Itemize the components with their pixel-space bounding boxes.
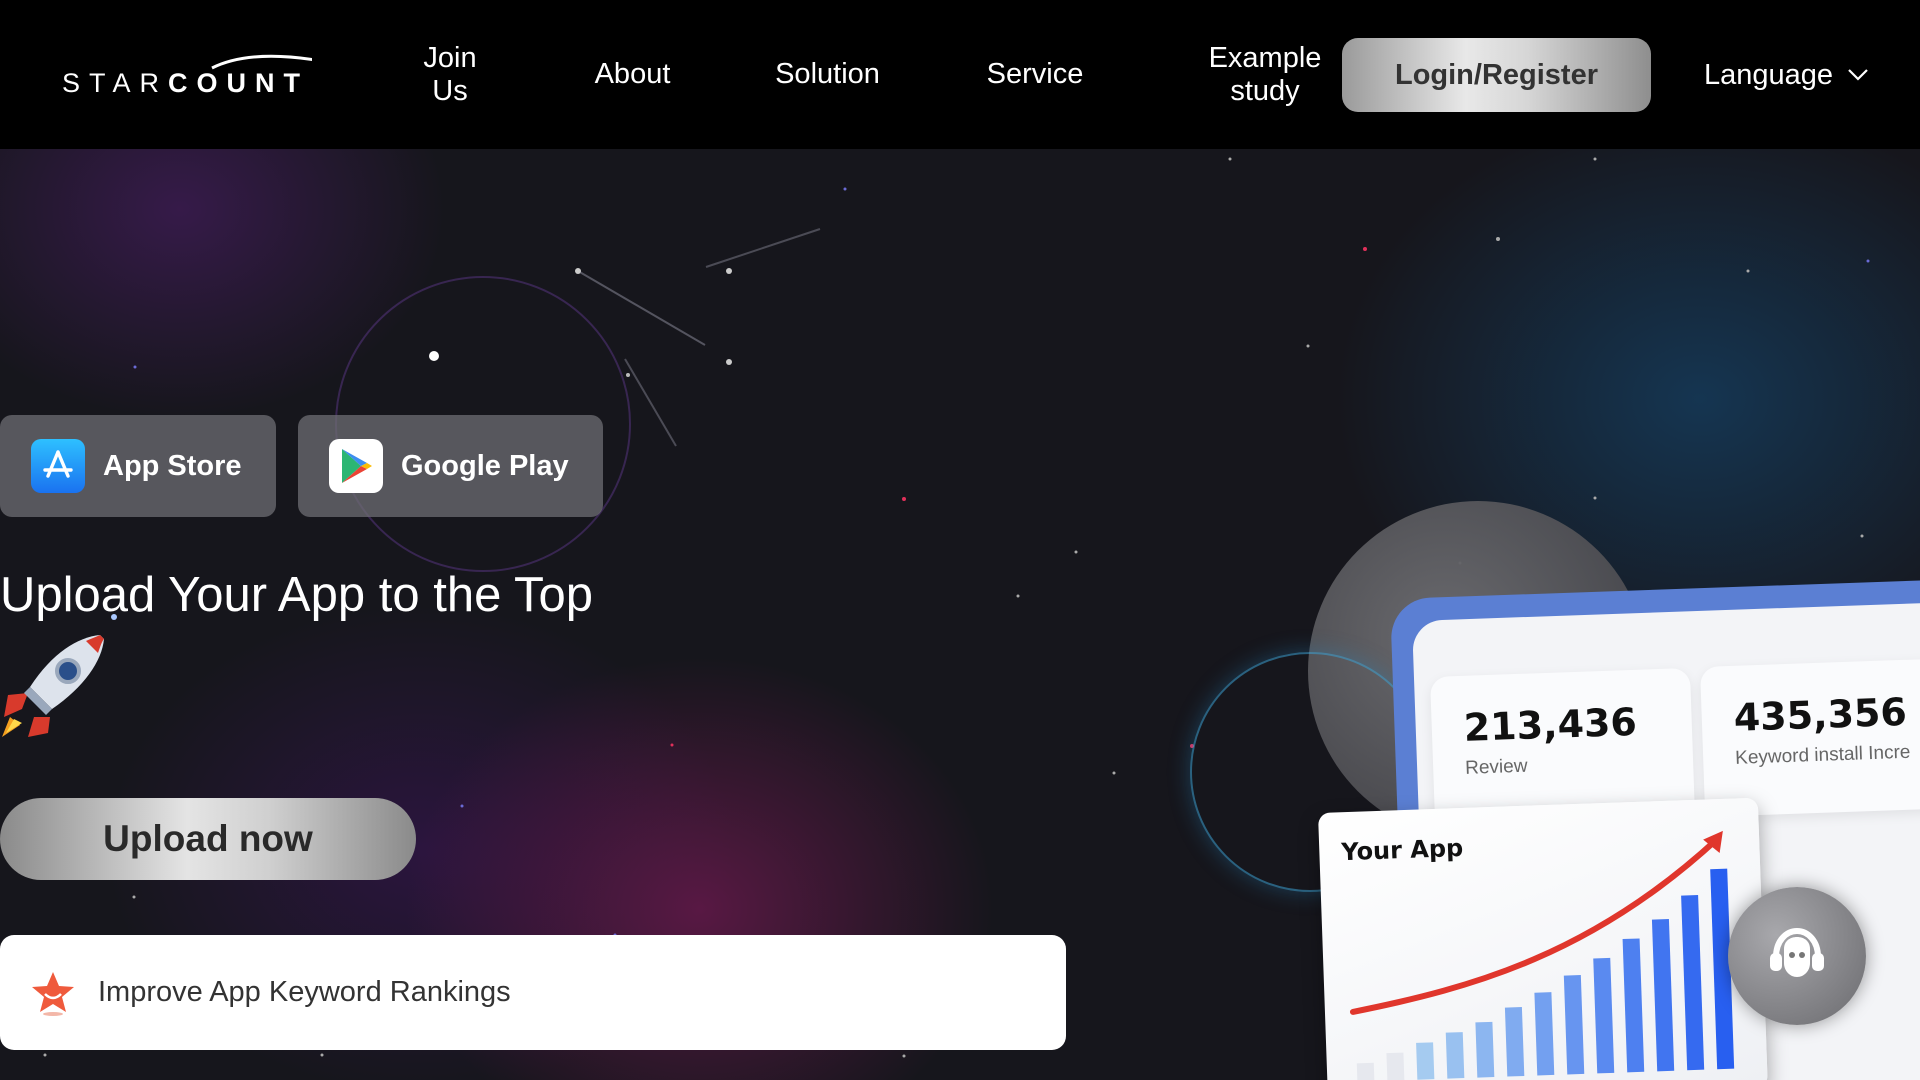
chart-bar xyxy=(1445,1032,1465,1079)
top-nav: STARCOUNT Join Us About Solution Service … xyxy=(0,0,1920,149)
chart-bar xyxy=(1563,975,1585,1075)
chart-bar xyxy=(1622,938,1645,1073)
chart-bar xyxy=(1534,992,1555,1076)
chart-bar xyxy=(1681,894,1705,1071)
stat-value: 213,436 xyxy=(1463,699,1638,750)
headset-support-icon xyxy=(1770,927,1824,977)
rocket-icon xyxy=(2,635,104,737)
nav-about[interactable]: About xyxy=(580,0,685,149)
app-store-label: App Store xyxy=(103,449,242,482)
growth-chart-card: Your App xyxy=(1318,797,1768,1080)
chart-bar xyxy=(1475,1021,1495,1078)
language-label: Language xyxy=(1704,58,1834,91)
customer-support-button[interactable] xyxy=(1728,887,1866,1025)
chart-bar xyxy=(1416,1042,1435,1080)
chart-bar xyxy=(1651,919,1675,1072)
chart-bar xyxy=(1356,1062,1375,1080)
feature-card[interactable]: Improve App Keyword Rankings xyxy=(0,935,1066,1050)
stat-caption: Review xyxy=(1464,755,1528,779)
star-badge-icon xyxy=(32,971,74,1016)
chart-bar xyxy=(1386,1052,1405,1080)
nav-solution[interactable]: Solution xyxy=(765,0,890,149)
logo-text: STARCOUNT xyxy=(62,68,310,98)
chart-bar xyxy=(1593,957,1615,1074)
hero-section: App Store Google Play Upload Your App to… xyxy=(0,149,1920,1080)
app-store-icon xyxy=(31,439,85,493)
nav-example-study[interactable]: Example study xyxy=(1195,0,1335,149)
google-play-button[interactable]: Google Play xyxy=(298,415,603,517)
chart-title: Your App xyxy=(1340,833,1464,867)
app-store-button[interactable]: App Store xyxy=(0,415,276,517)
feature-text: Improve App Keyword Rankings xyxy=(98,976,511,1008)
stat-card-keyword-install: 435,356 Keyword install Incre xyxy=(1700,658,1920,817)
hero-headline: Upload Your App to the Top xyxy=(0,568,594,622)
starcount-logo[interactable]: STARCOUNT xyxy=(62,50,312,100)
upload-now-button[interactable]: Upload now xyxy=(0,798,416,880)
google-play-icon xyxy=(329,439,383,493)
google-play-label: Google Play xyxy=(401,449,569,482)
login-register-button[interactable]: Login/Register xyxy=(1342,38,1651,112)
nav-service[interactable]: Service xyxy=(975,0,1095,149)
language-selector[interactable]: Language xyxy=(1704,55,1869,95)
stat-value: 435,356 xyxy=(1733,689,1908,740)
stat-caption: Keyword install Incre xyxy=(1734,741,1911,769)
chart-bar xyxy=(1504,1007,1525,1077)
chevron-down-icon xyxy=(1848,69,1868,81)
nav-join-us[interactable]: Join Us xyxy=(400,0,500,149)
